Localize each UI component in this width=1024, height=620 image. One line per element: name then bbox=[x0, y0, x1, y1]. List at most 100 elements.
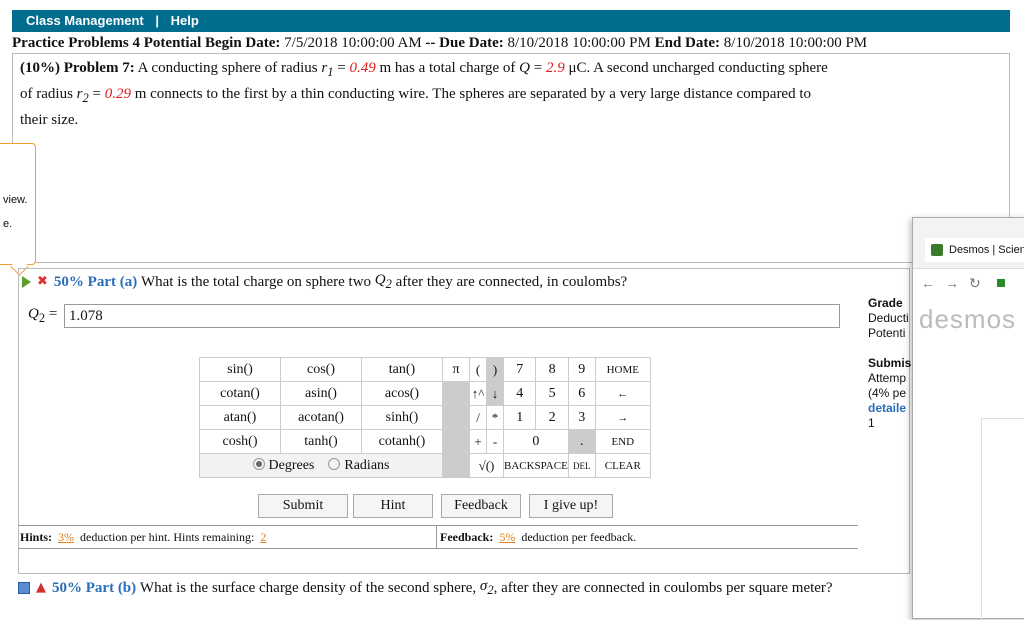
date-separator: -- bbox=[425, 35, 436, 51]
due-date-value: 8/10/2018 10:00:00 PM bbox=[507, 35, 651, 51]
key-2[interactable]: 2 bbox=[535, 405, 569, 430]
back-arrow-icon[interactable]: ← bbox=[921, 275, 935, 291]
per-attempt-label: (4% pe bbox=[868, 386, 907, 400]
warning-icon: ▲ bbox=[36, 580, 46, 595]
answer-input[interactable]: 1.078 bbox=[64, 304, 840, 328]
feedback-info: Feedback: 5% deduction per feedback. bbox=[440, 526, 636, 548]
assignment-title: Practice Problems 4 Potential bbox=[12, 35, 202, 51]
menu-separator: | bbox=[155, 13, 160, 28]
help-link[interactable]: Help bbox=[171, 13, 199, 28]
potential-label: Potenti bbox=[868, 326, 906, 340]
desmos-browser-window: Desmos | Scien ← → ↻ desmos bbox=[912, 217, 1024, 620]
give-up-button[interactable]: I give up! bbox=[529, 494, 613, 518]
q-symbol: Q bbox=[519, 60, 530, 76]
hints-label: Hints: bbox=[20, 530, 53, 544]
hints-text: deduction per hint. Hints remaining: bbox=[80, 530, 255, 544]
deductions-label: Deducti bbox=[868, 311, 909, 325]
radians-radio[interactable] bbox=[328, 458, 341, 471]
lparen-button[interactable]: ( bbox=[469, 357, 487, 382]
sinh-button[interactable]: sinh() bbox=[361, 405, 443, 430]
key-0[interactable]: 0 bbox=[503, 429, 569, 454]
angle-mode: Degrees Radians bbox=[199, 453, 443, 478]
r1-value: 0.49 bbox=[349, 60, 376, 76]
key-8[interactable]: 8 bbox=[535, 357, 569, 382]
tooltip-popover: view. e. bbox=[0, 143, 36, 276]
key-6[interactable]: 6 bbox=[567, 381, 596, 406]
left-arrow-button[interactable]: ← bbox=[594, 381, 651, 406]
end-button[interactable]: END bbox=[594, 429, 651, 454]
feedback-button[interactable]: Feedback bbox=[441, 494, 521, 518]
degrees-radio[interactable] bbox=[252, 458, 265, 471]
right-arrow-button[interactable]: → bbox=[594, 405, 651, 430]
part-b-label: 50% Part (b) bbox=[52, 580, 137, 596]
desmos-brand: desmos bbox=[919, 304, 1017, 334]
cotan-button[interactable]: cotan() bbox=[199, 381, 281, 406]
cos-button[interactable]: cos() bbox=[280, 357, 362, 382]
key-1[interactable]: 1 bbox=[502, 405, 537, 430]
sin-button[interactable]: sin() bbox=[199, 357, 281, 382]
feedback-pct: 5% bbox=[499, 530, 516, 544]
forward-arrow-icon[interactable]: → bbox=[945, 275, 959, 291]
desmos-logo-icon bbox=[931, 244, 943, 257]
detailed-link[interactable]: detaile bbox=[868, 401, 906, 415]
plus-button[interactable]: + bbox=[469, 429, 487, 454]
submissions-label: Submis bbox=[868, 356, 912, 370]
backspace-button[interactable]: BACKSPACE bbox=[503, 453, 569, 478]
key-dot[interactable]: . bbox=[567, 429, 596, 454]
end-date-value: 8/10/2018 10:00:00 PM bbox=[723, 35, 868, 51]
popover-text-1: view. bbox=[3, 194, 28, 206]
power-button[interactable]: ↑^ bbox=[469, 381, 487, 406]
del-button[interactable]: DEL bbox=[567, 453, 596, 478]
asin-button[interactable]: asin() bbox=[280, 381, 362, 406]
collapse-icon[interactable] bbox=[18, 582, 30, 594]
desmos-panel bbox=[981, 418, 1024, 620]
divider bbox=[436, 526, 437, 548]
problem-text-5: m connects to the first by a thin conduc… bbox=[134, 86, 812, 102]
q-value: 2.9 bbox=[545, 60, 565, 76]
acotan-button[interactable]: acotan() bbox=[280, 405, 362, 430]
divide-button[interactable]: / bbox=[469, 405, 487, 430]
part-a-label: 50% Part (a) bbox=[53, 274, 138, 290]
hint-button[interactable]: Hint bbox=[353, 494, 433, 518]
problem-statement: (10%) Problem 7: A conducting sphere of … bbox=[20, 57, 910, 131]
incorrect-icon: ✖ bbox=[37, 274, 48, 289]
popover-text-2: e. bbox=[3, 218, 13, 230]
grade-label: Grade bbox=[868, 296, 903, 310]
part-b-header: ▲ 50% Part (b) What is the surface charg… bbox=[18, 576, 910, 600]
acos-button[interactable]: acos() bbox=[361, 381, 443, 406]
rparen-button[interactable]: ) bbox=[486, 357, 504, 382]
down-button[interactable]: ↓ bbox=[486, 381, 504, 406]
assignment-header: Practice Problems 4 Potential Begin Date… bbox=[12, 34, 1010, 52]
cosh-button[interactable]: cosh() bbox=[199, 429, 281, 454]
part-b-question-end: , after they are connected in coulombs p… bbox=[493, 580, 833, 596]
home-button[interactable]: HOME bbox=[594, 357, 651, 382]
atan-button[interactable]: atan() bbox=[199, 405, 281, 430]
minus-button[interactable]: - bbox=[486, 429, 504, 454]
multiply-button[interactable]: * bbox=[486, 405, 504, 430]
sqrt-button[interactable]: √() bbox=[469, 453, 504, 478]
key-9[interactable]: 9 bbox=[567, 357, 596, 382]
cotanh-button[interactable]: cotanh() bbox=[361, 429, 443, 454]
desmos-tab[interactable]: Desmos | Scien bbox=[925, 238, 1024, 262]
submit-button[interactable]: Submit bbox=[258, 494, 348, 518]
tan-button[interactable]: tan() bbox=[361, 357, 443, 382]
key-3[interactable]: 3 bbox=[567, 405, 596, 430]
key-7[interactable]: 7 bbox=[502, 357, 537, 382]
play-icon[interactable] bbox=[22, 276, 31, 288]
blank-key bbox=[442, 405, 470, 430]
pi-button[interactable]: π bbox=[442, 357, 470, 382]
tanh-button[interactable]: tanh() bbox=[280, 429, 362, 454]
class-management-link[interactable]: Class Management bbox=[26, 13, 144, 28]
hints-feedback-bar: Hints: 3% deduction per hint. Hints rema… bbox=[18, 525, 858, 549]
calculator-keypad: sin() cos() tan() π ( ) 7 8 9 HOME cotan… bbox=[199, 357, 651, 478]
tab-title: Desmos | Scien bbox=[949, 244, 1024, 256]
clear-button[interactable]: CLEAR bbox=[594, 453, 651, 478]
key-5[interactable]: 5 bbox=[535, 381, 569, 406]
key-4[interactable]: 4 bbox=[502, 381, 537, 406]
attempts-label: Attemp bbox=[868, 371, 907, 385]
problem-text-2: m has a total charge of bbox=[379, 60, 516, 76]
hints-info: Hints: 3% deduction per hint. Hints rema… bbox=[20, 526, 269, 548]
reload-icon[interactable]: ↻ bbox=[969, 275, 981, 292]
part-b-question: What is the surface charge density of th… bbox=[139, 580, 477, 596]
attempt-count: 1 bbox=[868, 416, 875, 430]
